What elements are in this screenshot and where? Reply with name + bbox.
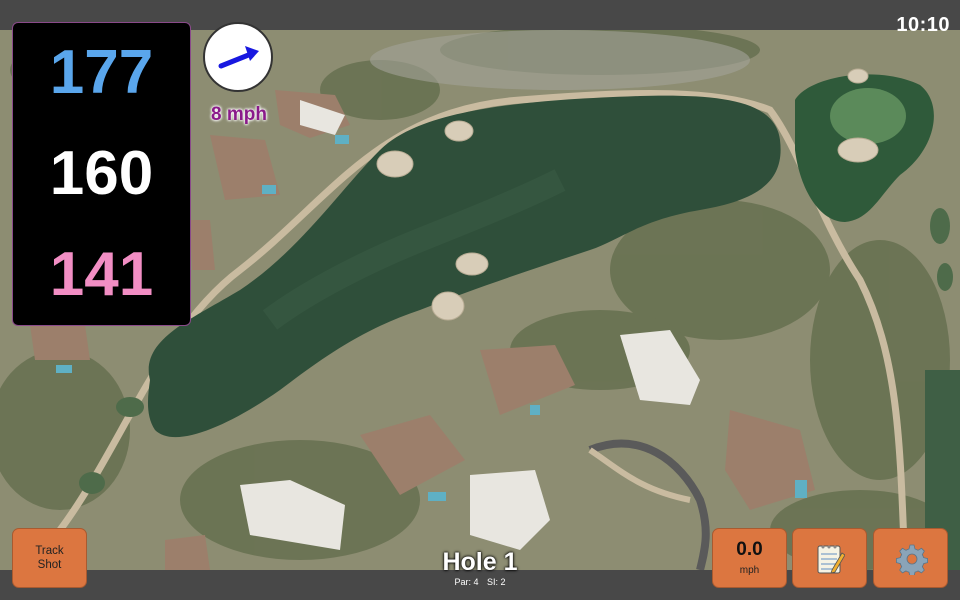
back-of-green-distance: 177 [49, 38, 154, 108]
wind-indicator[interactable] [203, 22, 273, 92]
track-shot-label-line2: Shot [37, 559, 62, 571]
notes-button[interactable] [792, 528, 867, 588]
stroke-index-label: SI: 2 [487, 577, 506, 587]
settings-button[interactable] [873, 528, 948, 588]
notepad-icon [817, 545, 845, 574]
clock: 10:10 [896, 14, 950, 36]
front-of-green-distance: 141 [49, 239, 154, 309]
hole-title: Hole 1 [442, 548, 518, 576]
putting-green [830, 88, 906, 144]
wind-direction-arrow-icon [218, 46, 259, 69]
rocky-area [370, 30, 750, 90]
wind-speed-label: 8 mph [211, 104, 267, 125]
speed-button[interactable]: 0.0 mph [712, 528, 787, 588]
center-of-green-distance: 160 [49, 138, 154, 208]
par-label: Par: 4 [454, 577, 479, 587]
speed-value: 0.0 [736, 539, 763, 560]
track-shot-button[interactable]: Track Shot [12, 528, 87, 588]
gear-icon [896, 544, 928, 575]
hole-info: Par: 4 SI: 2 [400, 577, 560, 587]
yardage-panel: 177 160 141 [12, 22, 191, 326]
speed-unit: mph [739, 565, 760, 576]
track-shot-label-line1: Track [35, 545, 64, 557]
